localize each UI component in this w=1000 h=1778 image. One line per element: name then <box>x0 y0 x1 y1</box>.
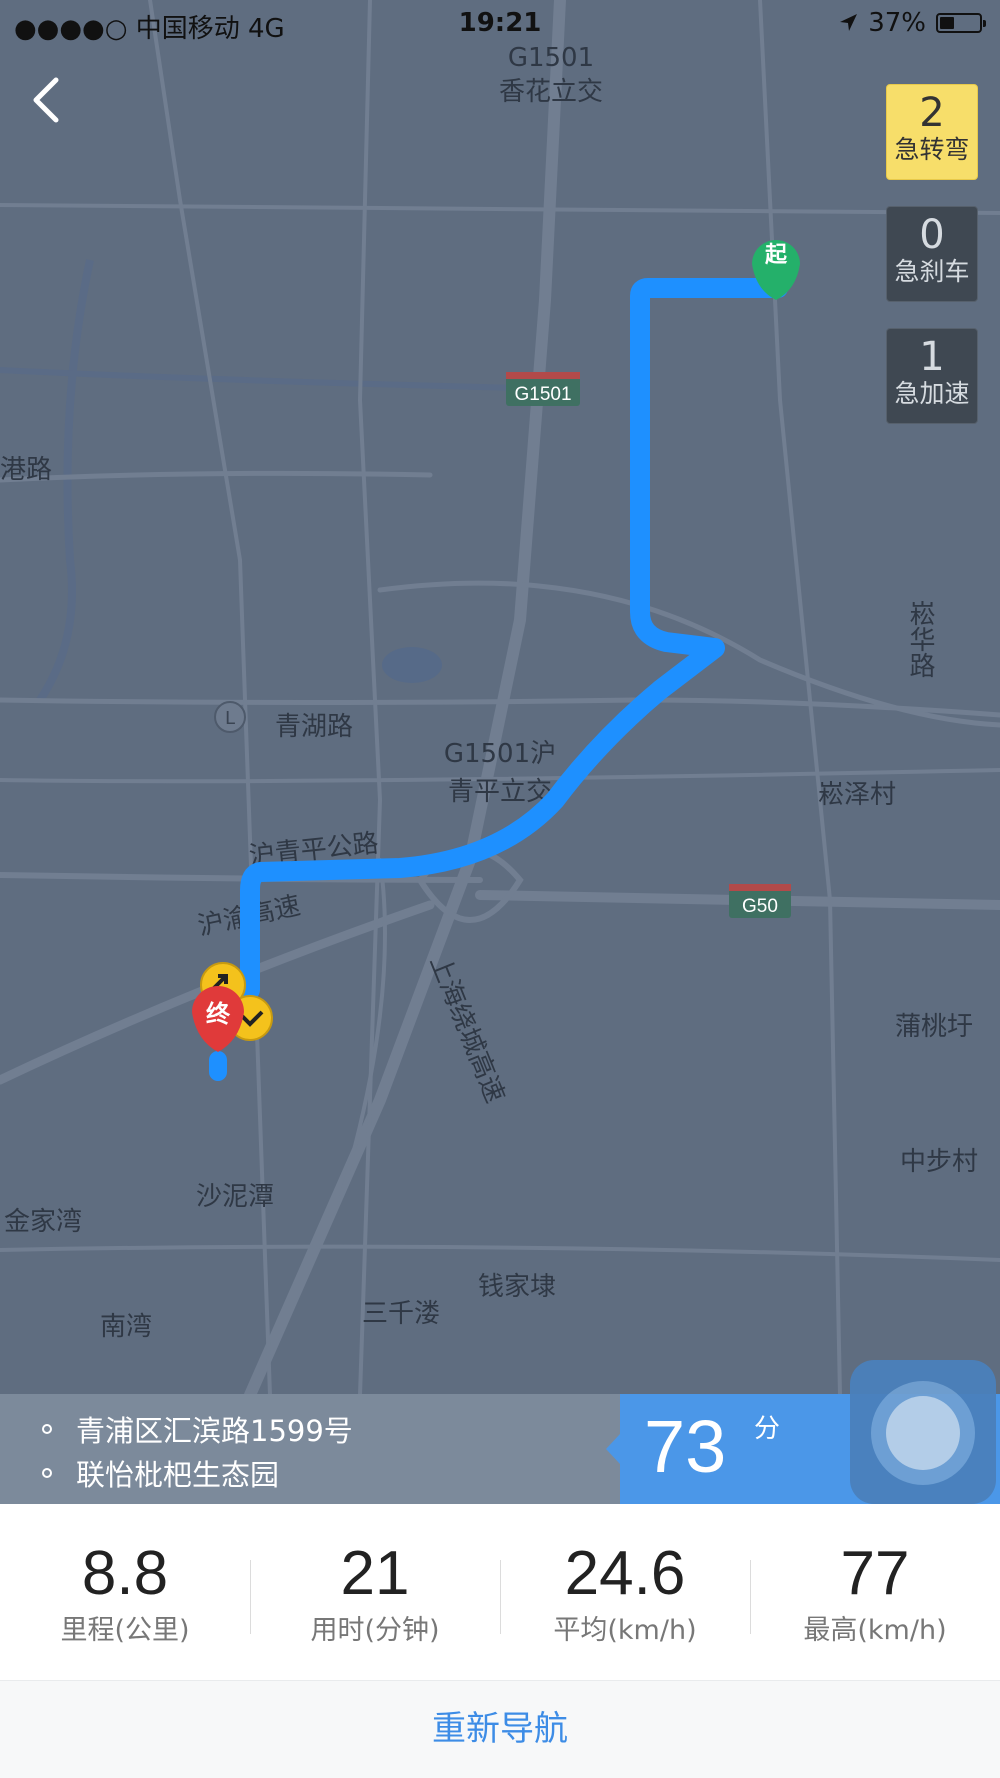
end-address: 联怡枇杷生态园 <box>42 1452 279 1494</box>
assistive-touch-button[interactable] <box>850 1360 996 1504</box>
duration-value: 73 <box>644 1405 727 1488</box>
stat-distance: 8.8 里程(公里) <box>0 1504 250 1647</box>
start-dot-icon <box>42 1424 52 1434</box>
stat-duration: 21 用时(分钟) <box>250 1504 500 1647</box>
assistive-dot-icon <box>886 1396 960 1470</box>
stat-duration-value: 21 <box>340 1539 410 1608</box>
svg-text:起: 起 <box>764 243 788 268</box>
back-button[interactable] <box>22 70 82 130</box>
start-address: 青浦区汇滨路1599号 <box>42 1408 353 1450</box>
end-address-text: 联怡枇杷生态园 <box>76 1458 280 1492</box>
stat-max-speed-label: 最高(km/h) <box>803 1615 947 1646</box>
stat-avg-speed: 24.6 平均(km/h) <box>500 1504 750 1647</box>
badge-hard-brake[interactable]: 0 急刹车 <box>886 206 978 302</box>
stat-distance-label: 里程(公里) <box>60 1615 190 1646</box>
svg-text:终: 终 <box>206 1000 231 1028</box>
badge-hard-accel-count: 1 <box>919 334 945 380</box>
location-arrow-icon <box>840 14 858 31</box>
label-qianjiadai: 钱家埭 <box>478 1272 556 1302</box>
stat-avg-speed-label: 平均(km/h) <box>553 1615 697 1646</box>
label-sanqianlou: 三千溇 <box>362 1299 440 1329</box>
g1501-shield: G1501 <box>506 372 580 406</box>
stat-duration-label: 用时(分钟) <box>310 1615 440 1646</box>
battery-area: 37% <box>838 8 986 38</box>
battery-icon <box>936 13 986 33</box>
label-shanitan: 沙泥潭 <box>196 1182 274 1212</box>
stat-max-speed: 77 最高(km/h) <box>750 1504 1000 1647</box>
badge-hard-accel-label: 急加速 <box>894 379 970 408</box>
label-xianghua-interchange: 香花立交 <box>499 77 603 107</box>
stat-avg-speed-value: 24.6 <box>564 1539 686 1608</box>
duration-unit: 分 <box>754 1414 781 1444</box>
status-bar: ●●●●○ 中国移动 4G 19:21 37% <box>0 0 1000 50</box>
label-qinghu-road: 青湖路 <box>275 712 353 742</box>
badge-hard-brake-label: 急刹车 <box>894 257 970 286</box>
badge-sharp-turn-label: 急转弯 <box>894 135 970 164</box>
stat-max-speed-value: 77 <box>840 1539 910 1608</box>
label-nanwan: 南湾 <box>100 1312 152 1342</box>
label-songze-village: 崧泽村 <box>818 780 896 810</box>
label-gang-road: 港路 <box>0 455 52 485</box>
start-address-text: 青浦区汇滨路1599号 <box>76 1414 353 1448</box>
svg-text:G1501: G1501 <box>514 384 571 405</box>
label-putaoyu: 蒲桃圩 <box>895 1012 973 1042</box>
label-qingping-interchange: 青平立交 <box>448 777 552 807</box>
battery-percent: 37% <box>868 8 926 38</box>
stat-distance-value: 8.8 <box>81 1539 169 1608</box>
badge-hard-brake-count: 0 <box>919 212 945 258</box>
svg-text:G50: G50 <box>742 896 778 917</box>
label-jinjiawan: 金家湾 <box>4 1207 82 1237</box>
poi-icon: L <box>214 701 246 733</box>
badge-sharp-turn[interactable]: 2 急转弯 <box>886 84 978 180</box>
renavigate-button[interactable]: 重新导航 <box>0 1680 1000 1778</box>
label-songhua-road: 崧华路 <box>905 600 935 678</box>
chevron-left-icon <box>33 77 59 123</box>
end-dot-icon <box>42 1468 52 1478</box>
label-g1501-hu: G1501沪 <box>444 739 556 769</box>
g50-shield: G50 <box>729 884 791 918</box>
svg-text:L: L <box>225 708 235 729</box>
badge-hard-accel[interactable]: 1 急加速 <box>886 328 978 424</box>
label-zhongbu-village: 中步村 <box>900 1147 978 1177</box>
trip-stats: 8.8 里程(公里) 21 用时(分钟) 24.6 平均(km/h) 77 最高… <box>0 1504 1000 1680</box>
route-map[interactable]: G1501 G50 G1501 香花立交 港路 崧华路 青湖路 G1501沪 青… <box>0 0 1000 1395</box>
badge-sharp-turn-count: 2 <box>919 90 945 136</box>
